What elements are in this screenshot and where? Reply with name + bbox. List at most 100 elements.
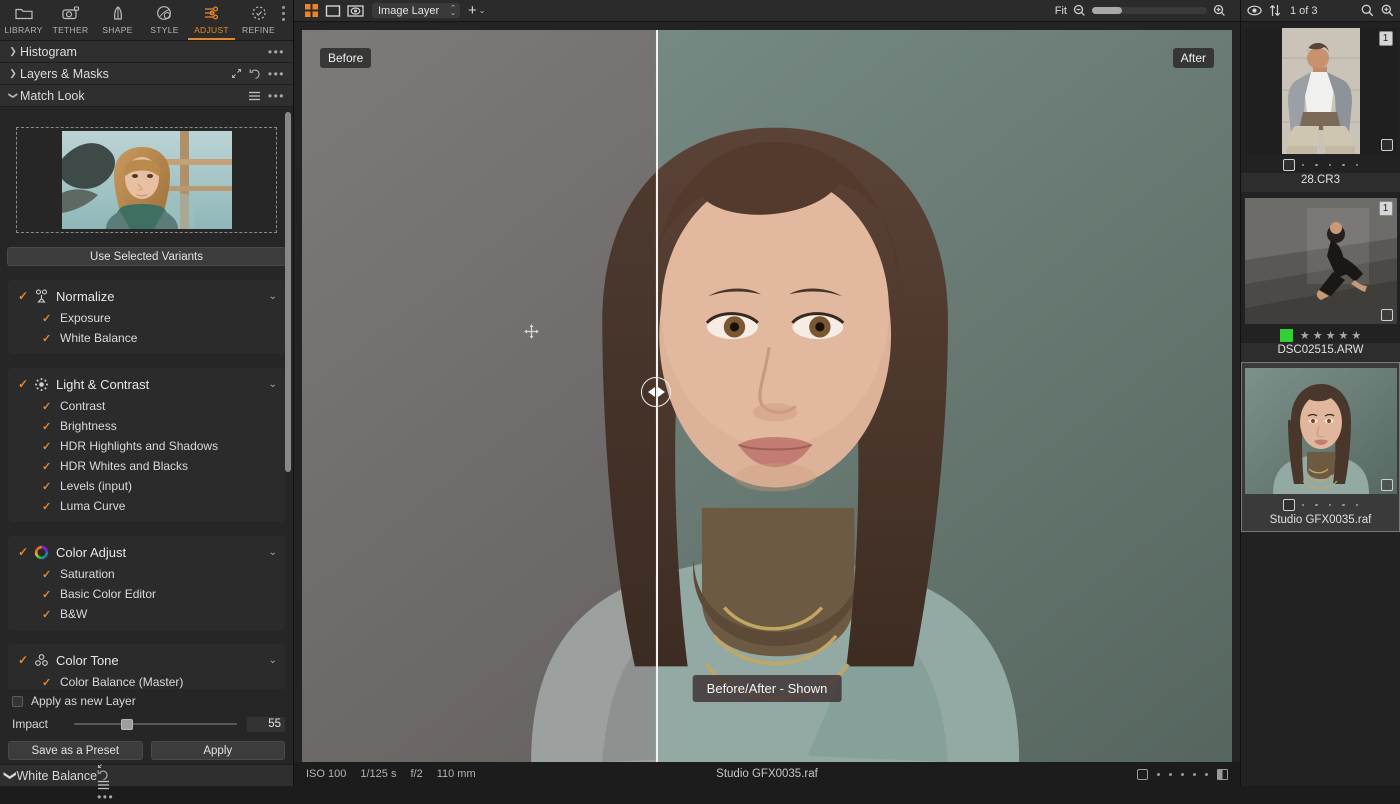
layer-select[interactable]: Image Layer ⌃ ⌄ xyxy=(372,3,460,18)
list-item[interactable]: ✓ Basic Color Editor xyxy=(8,584,285,604)
list-item[interactable]: ✓ Levels (input) xyxy=(8,476,285,496)
item-checkmark-icon[interactable]: ✓ xyxy=(42,420,60,433)
item-checkmark-icon[interactable]: ✓ xyxy=(42,608,60,621)
panel-layers-masks[interactable]: ❯ Layers & Masks ••• xyxy=(0,63,293,85)
search-icon[interactable] xyxy=(1361,4,1374,17)
rating-dots[interactable] xyxy=(1301,503,1359,507)
slider-knob[interactable] xyxy=(121,719,134,730)
tool-tab-style[interactable]: STYLE xyxy=(141,0,188,41)
star-icon[interactable]: ★ xyxy=(1351,329,1361,342)
use-selected-variants-button[interactable]: Use Selected Variants xyxy=(7,247,286,266)
rating-dots[interactable] xyxy=(1301,163,1359,167)
group-checkmark-icon[interactable]: ✓ xyxy=(18,377,34,391)
tool-tab-shape[interactable]: SHAPE xyxy=(94,0,141,41)
list-menu-icon[interactable] xyxy=(248,91,261,101)
chevron-down-icon[interactable]: ⌄ xyxy=(269,655,277,666)
star-rating[interactable]: ★ ★ ★ ★ ★ xyxy=(1300,329,1361,342)
panel-white-balance[interactable]: ❯ White Balance ••• xyxy=(0,747,293,804)
more-icon[interactable]: ••• xyxy=(268,89,285,103)
group-header-light-contrast[interactable]: ✓ Light & Contrast ⌄ xyxy=(8,372,285,396)
sidebar-scrollbar[interactable] xyxy=(285,112,291,472)
tool-tab-refine[interactable]: REFINE xyxy=(235,0,282,41)
group-checkmark-icon[interactable]: ✓ xyxy=(18,289,34,303)
list-item[interactable]: ✓ White Balance xyxy=(8,328,285,348)
split-handle-icon[interactable] xyxy=(641,377,672,408)
zoom-slider[interactable] xyxy=(1092,7,1207,14)
list-item[interactable]: ✓ HDR Whites and Blacks xyxy=(8,456,285,476)
list-item[interactable]: ✓ Contrast xyxy=(8,396,285,416)
star-icon[interactable]: ★ xyxy=(1300,329,1310,342)
group-checkmark-icon[interactable]: ✓ xyxy=(18,545,34,559)
save-as-preset-button[interactable]: Save as a Preset xyxy=(8,741,143,760)
crop-indicator-icon[interactable] xyxy=(1380,309,1393,321)
list-item[interactable]: 1 ★ ★ ★ ★ ★ DSC02515.ARW xyxy=(1241,192,1400,362)
item-checkmark-icon[interactable]: ✓ xyxy=(42,332,60,345)
panel-match-look[interactable]: ❯ Match Look ••• xyxy=(0,85,293,107)
man-suit-thumbnail[interactable]: 1 xyxy=(1244,28,1397,154)
item-checkmark-icon[interactable]: ✓ xyxy=(42,440,60,453)
item-checkmark-icon[interactable]: ✓ xyxy=(42,588,60,601)
group-checkmark-icon[interactable]: ✓ xyxy=(18,653,34,667)
panel-histogram[interactable]: ❯ Histogram ••• xyxy=(0,41,293,63)
list-item[interactable]: ✓ Exposure xyxy=(8,308,285,328)
reset-icon[interactable] xyxy=(97,769,114,780)
grid-view-icon[interactable] xyxy=(300,1,322,21)
eye-icon[interactable] xyxy=(1247,5,1262,16)
add-layer-button[interactable]: + xyxy=(468,3,477,18)
zoom-out-icon[interactable] xyxy=(1073,4,1086,17)
rating-dot[interactable] xyxy=(1181,772,1184,776)
pick-checkbox[interactable] xyxy=(1137,768,1148,780)
dancer-stairs-thumbnail[interactable]: 1 xyxy=(1244,198,1397,324)
loupe-icon[interactable] xyxy=(1381,4,1394,17)
item-checkmark-icon[interactable]: ✓ xyxy=(42,460,60,473)
list-item[interactable]: ✓ Luma Curve xyxy=(8,496,285,516)
more-icon[interactable]: ••• xyxy=(268,45,285,59)
rating-dot[interactable] xyxy=(1157,772,1160,776)
item-checkmark-icon[interactable]: ✓ xyxy=(42,312,60,325)
more-icon[interactable]: ••• xyxy=(97,790,114,804)
impact-value[interactable]: 55 xyxy=(247,716,285,732)
color-tag-swatch[interactable] xyxy=(1279,328,1293,342)
crop-indicator-icon[interactable] xyxy=(1380,479,1393,491)
zoom-fit-label[interactable]: Fit xyxy=(1055,5,1067,17)
impact-slider[interactable] xyxy=(74,717,237,731)
image-canvas[interactable]: Before After Before/After - Shown xyxy=(302,30,1232,762)
rating-dot[interactable] xyxy=(1205,772,1208,776)
item-checkmark-icon[interactable]: ✓ xyxy=(42,500,60,513)
tool-tab-adjust[interactable]: ADJUST xyxy=(188,0,235,41)
list-item[interactable]: ✓ Brightness xyxy=(8,416,285,436)
list-item[interactable]: ✓ HDR Highlights and Shadows xyxy=(8,436,285,456)
apply-as-new-layer-row[interactable]: Apply as new Layer xyxy=(0,689,293,713)
chevron-down-icon[interactable]: ⌄ xyxy=(269,547,277,558)
single-view-icon[interactable] xyxy=(322,1,344,21)
star-icon[interactable]: ★ xyxy=(1338,329,1348,342)
group-header-color-adjust[interactable]: ✓ Color Adjust ⌄ xyxy=(8,540,285,564)
reset-icon[interactable] xyxy=(249,68,261,79)
group-header-color-tone[interactable]: ✓ Color Tone ⌄ xyxy=(8,648,285,672)
rating-dot[interactable] xyxy=(1193,772,1196,776)
pick-checkbox[interactable] xyxy=(1282,499,1295,511)
sort-arrows-icon[interactable] xyxy=(1269,4,1281,17)
filmstrip-list[interactable]: 1 28.CR3 1 ★ ★ ★ ★ ★ DSC02515.ARW Studio… xyxy=(1241,22,1400,786)
color-tag-icon[interactable] xyxy=(1217,768,1228,780)
list-menu-icon[interactable] xyxy=(97,780,114,790)
reference-image-thumbnail[interactable] xyxy=(61,131,232,229)
eye-preview-icon[interactable] xyxy=(344,1,366,21)
sidebar-overflow-menu-icon[interactable] xyxy=(276,6,290,21)
list-item[interactable]: ✓ B&W xyxy=(8,604,285,624)
list-item[interactable]: ✓ Saturation xyxy=(8,564,285,584)
star-icon[interactable]: ★ xyxy=(1326,329,1336,342)
chevron-down-icon[interactable]: ⌄ xyxy=(269,291,277,302)
chevron-down-icon[interactable]: ⌄ xyxy=(269,379,277,390)
expand-icon[interactable] xyxy=(231,68,242,79)
pick-checkbox[interactable] xyxy=(1282,159,1295,171)
item-checkmark-icon[interactable]: ✓ xyxy=(42,568,60,581)
crop-indicator-icon[interactable] xyxy=(1380,139,1393,151)
woman-portrait-thumbnail[interactable] xyxy=(1244,368,1397,494)
rating-dot[interactable] xyxy=(1169,772,1172,776)
zoom-slider-knob[interactable] xyxy=(1092,7,1122,14)
zoom-in-icon[interactable] xyxy=(1213,4,1226,17)
more-icon[interactable]: ••• xyxy=(268,67,285,81)
item-checkmark-icon[interactable]: ✓ xyxy=(42,676,60,689)
group-header-normalize[interactable]: ✓ Normalize ⌄ xyxy=(8,284,285,308)
